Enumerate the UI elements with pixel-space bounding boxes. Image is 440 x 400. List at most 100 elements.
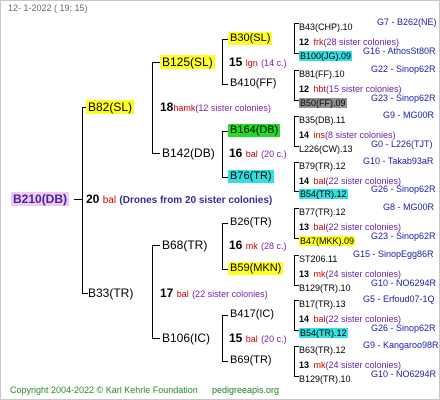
- leaf-row: L226(CW).13 G0 - L226(TJT): [299, 140, 433, 156]
- connector: [222, 39, 223, 84]
- root-node[interactable]: B210(DB): [11, 192, 70, 206]
- gen-name: bal: [176, 289, 189, 299]
- leaf-row: B47(MKK).09 G23 - Sinop62R: [299, 232, 436, 248]
- connector: [222, 131, 223, 177]
- node-b417-ic[interactable]: B417(IC): [228, 308, 276, 321]
- leaf-row: B81(FF).10 G22 - Sinop62R: [299, 65, 436, 81]
- node-b106-info: 15 bal (20 c.): [229, 332, 287, 344]
- gen-number: 16: [229, 238, 243, 252]
- gen-name: frk: [313, 37, 324, 47]
- leaf-code: G26 - Sinop62R: [371, 184, 436, 194]
- leaf-name[interactable]: B63(TR).12: [299, 345, 346, 355]
- connector: [222, 223, 223, 269]
- connector: [294, 346, 295, 376]
- gen-name: ins: [313, 130, 325, 140]
- leaf-name[interactable]: B54(TR).12: [299, 328, 348, 338]
- leaf-row: B54(TR).12 G26 - Sinop62R: [299, 324, 436, 340]
- sister-count: (14 c.): [261, 58, 287, 68]
- leaf-name[interactable]: B54(TR).12: [299, 189, 348, 199]
- node-b410-ff[interactable]: B410(FF): [228, 77, 278, 90]
- gen-number: 13: [299, 269, 310, 279]
- gen-name: bal: [245, 334, 258, 344]
- leaf-row: B35(DB).11 G9 - MG00R: [299, 111, 434, 127]
- node-b125-info: 15 lgn (14 c.): [229, 56, 287, 68]
- node-b106-ic[interactable]: B106(IC): [160, 331, 212, 345]
- node-b125-sl[interactable]: B125(SL): [160, 55, 215, 69]
- leaf-row: B43(CHP).10 G7 - B262(NE): [299, 18, 437, 34]
- node-b33-tr[interactable]: B33(TR): [86, 286, 135, 300]
- connector: [294, 23, 295, 53]
- connector: [152, 62, 153, 153]
- node-b68-tr[interactable]: B68(TR): [160, 238, 209, 252]
- gen-number: 13: [299, 360, 310, 370]
- leaf-name[interactable]: B47(MKK).09: [299, 236, 356, 246]
- sister-count: (20 c.): [261, 149, 287, 159]
- connector: [294, 300, 295, 330]
- node-b76-tr[interactable]: B76(TR): [228, 170, 274, 183]
- leaf-code: G26 - Sinop62R: [371, 323, 436, 333]
- gen-name: mk: [313, 269, 326, 279]
- leaf-row: B100(JG).09 G16 - AthosSt80R: [299, 47, 436, 63]
- gen-number: 15: [229, 55, 243, 69]
- gen-name: mk: [313, 360, 326, 370]
- node-b142-db[interactable]: B142(DB): [160, 146, 217, 160]
- leaf-code: G22 - Sinop62R: [371, 64, 436, 74]
- connector: [74, 199, 82, 200]
- node-b82-info: 18hamk(12 sister colonies): [160, 101, 271, 113]
- gen-name: hbt: [313, 84, 326, 94]
- leaf-name[interactable]: B77(TR).12: [299, 207, 346, 217]
- node-b82-sl[interactable]: B82(SL): [86, 100, 135, 114]
- leaf-name[interactable]: B129(TR).10: [299, 374, 351, 384]
- leaf-name[interactable]: B43(CHP).10: [299, 22, 353, 32]
- date-header: 12- 1-2022 ( 19: 15): [8, 3, 88, 13]
- connector: [152, 153, 160, 154]
- leaf-row: B50(FF).09 G23 - Sinop62R: [299, 94, 436, 110]
- node-b142-info: 16 bal (20 c.): [229, 147, 287, 159]
- connector: [152, 62, 160, 63]
- node-b59-mkn[interactable]: B59(MKN): [228, 262, 284, 275]
- leaf-code: G5 - Erfoud07-1Q: [363, 294, 435, 304]
- leaf-name[interactable]: ST206.11: [299, 254, 337, 264]
- connector: [152, 245, 160, 246]
- leaf-name[interactable]: B35(DB).11: [299, 115, 345, 125]
- gen-number: 14: [299, 314, 310, 324]
- leaf-code: G8 - MG00R: [383, 202, 435, 212]
- node-b68-info: 16 mk (28 c.): [229, 239, 287, 251]
- connector: [294, 116, 295, 146]
- connector: [294, 208, 295, 238]
- gen-number: 18: [160, 100, 174, 114]
- gen-number: 12: [299, 37, 310, 47]
- leaf-name[interactable]: B100(JG).09: [299, 51, 353, 61]
- leaf-code: G7 - B262(NE): [377, 17, 437, 27]
- node-b26-tr[interactable]: B26(TR): [228, 216, 274, 229]
- leaf-name[interactable]: B50(FF).09: [299, 98, 347, 108]
- connector: [294, 70, 295, 100]
- gen-name: lgn: [245, 58, 258, 68]
- leaf-row: B129(TR).10 G10 - NO6294R: [299, 279, 436, 295]
- leaf-name[interactable]: B129(TR).10: [299, 283, 351, 293]
- node-b69-tr[interactable]: B69(TR): [228, 354, 274, 367]
- root-drones-note: (Drones from 20 sister colonies): [119, 195, 273, 206]
- site-link[interactable]: pedigreeapis.org: [212, 386, 279, 395]
- leaf-name[interactable]: B81(FF).10: [299, 69, 345, 79]
- connector: [222, 315, 223, 361]
- copyright-text: Copyright 2004-2022 © Karl Kehrle Founda…: [10, 385, 198, 395]
- leaf-row: ST206.11 G15 - SinopEgg86R: [299, 250, 434, 266]
- leaf-row: B79(TR).12 G10 - Takab93aR: [299, 157, 433, 173]
- gen-name: hamk: [173, 103, 196, 113]
- connector: [294, 162, 295, 191]
- leaf-name[interactable]: B79(TR).12: [299, 161, 346, 171]
- leaf-row: B63(TR).12 G9 - Kangaroo98R: [299, 341, 439, 357]
- leaf-name[interactable]: B17(TR).13: [299, 299, 346, 309]
- gen-name: mk: [245, 241, 258, 251]
- leaf-row: B77(TR).12 G8 - MG00R: [299, 203, 434, 219]
- leaf-code: G9 - Kangaroo98R: [363, 340, 439, 350]
- connector: [82, 107, 83, 293]
- connector: [152, 245, 153, 338]
- node-b164-db[interactable]: B164(DB): [228, 124, 281, 137]
- leaf-code: G23 - Sinop62R: [371, 231, 436, 241]
- sister-count: (22 sister colonies): [192, 289, 268, 299]
- node-b30-sl[interactable]: B30(SL): [228, 32, 273, 45]
- leaf-name[interactable]: L226(CW).13: [299, 144, 353, 154]
- leaf-code: G15 - SinopEgg86R: [353, 249, 434, 259]
